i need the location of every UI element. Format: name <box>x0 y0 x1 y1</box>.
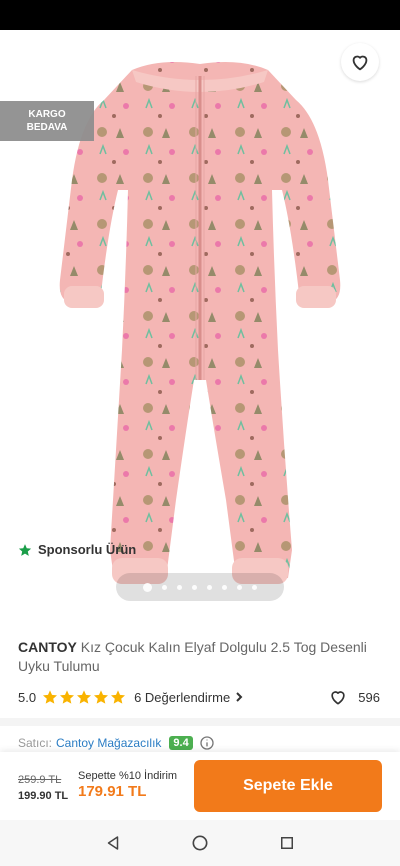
product-info: CANTOY Kız Çocuk Kalın Elyaf Dolgulu 2.5… <box>0 620 400 720</box>
star-icon <box>43 690 58 704</box>
promo-column: Sepette %10 İndirim 179.91 TL <box>78 770 177 800</box>
seller-link[interactable]: Cantoy Mağazacılık <box>56 736 161 750</box>
star-icon <box>18 543 32 556</box>
product-brand[interactable]: CANTOY <box>18 639 77 655</box>
system-nav-bar <box>0 820 400 866</box>
pager-dot[interactable] <box>162 584 167 590</box>
heart-outline-icon <box>331 691 345 705</box>
back-button[interactable] <box>18 44 54 80</box>
sponsored-label: Sponsorlu Ürün <box>18 542 136 557</box>
badge-line-1: KARGO <box>28 109 66 120</box>
pager-dot[interactable] <box>237 584 242 590</box>
seller-row: Satıcı: Cantoy Mağazacılık 9.4 <box>18 734 380 752</box>
rating-row: 5.0 6 Değerlendirme 596 <box>18 687 380 707</box>
sponsored-text: Sponsorlu Ürün <box>38 542 137 557</box>
seller-label: Satıcı: <box>18 736 53 750</box>
share-button[interactable] <box>286 44 322 80</box>
section-divider <box>0 718 400 726</box>
product-title: CANTOY Kız Çocuk Kalın Elyaf Dolgulu 2.5… <box>18 638 380 676</box>
current-price: 199.90 TL <box>18 790 69 802</box>
share-icon <box>296 53 312 71</box>
pager-dot[interactable] <box>143 582 152 592</box>
add-to-cart-button[interactable]: Sepete Ekle <box>194 760 382 812</box>
favorite-button[interactable] <box>341 43 379 81</box>
nav-home-button[interactable] <box>185 828 215 858</box>
old-price: 259.9 TL <box>18 774 62 786</box>
nav-back-button[interactable] <box>98 828 128 858</box>
favorites-value: 596 <box>358 689 380 705</box>
pager-dot[interactable] <box>177 584 182 590</box>
image-pager[interactable] <box>116 573 284 601</box>
triangle-back-icon <box>108 836 119 850</box>
seller-score-badge: 9.4 <box>169 736 193 750</box>
favorites-count[interactable]: 596 <box>328 687 380 707</box>
badge-line-2: BEDAVA <box>26 122 68 133</box>
price-column: 259.9 TL 199.90 TL <box>18 772 68 804</box>
square-recent-icon <box>280 837 293 849</box>
free-shipping-badge: KARGO BEDAVA <box>0 101 94 141</box>
circle-home-icon <box>192 835 208 851</box>
pager-dot[interactable] <box>222 584 227 590</box>
product-image-gallery[interactable]: KARGO BEDAVA Sponsorlu Ürün <box>0 30 400 620</box>
pager-dot[interactable] <box>252 584 257 590</box>
reviews-link[interactable]: 6 Değerlendirme <box>134 690 244 705</box>
nav-recent-button[interactable] <box>272 828 302 858</box>
reviews-label: 6 Değerlendirme <box>134 689 231 705</box>
promo-text: Sepette %10 İndirim <box>78 770 178 782</box>
pager-dot[interactable] <box>192 584 197 590</box>
star-icon <box>94 690 109 704</box>
chevron-right-icon <box>236 692 243 702</box>
star-icon <box>60 690 75 704</box>
info-icon[interactable] <box>199 735 215 751</box>
star-icon <box>111 690 126 704</box>
status-bar <box>0 0 400 30</box>
promo-price: 179.91 TL <box>78 783 147 800</box>
purchase-bar: 259.9 TL 199.90 TL Sepette %10 İndirim 1… <box>0 752 400 820</box>
rating-stars <box>42 689 126 705</box>
star-icon <box>77 690 92 704</box>
pager-dot[interactable] <box>207 584 212 590</box>
arrow-left-icon <box>27 54 45 70</box>
heart-outline-icon <box>352 55 368 71</box>
rating-value: 5.0 <box>18 689 37 705</box>
